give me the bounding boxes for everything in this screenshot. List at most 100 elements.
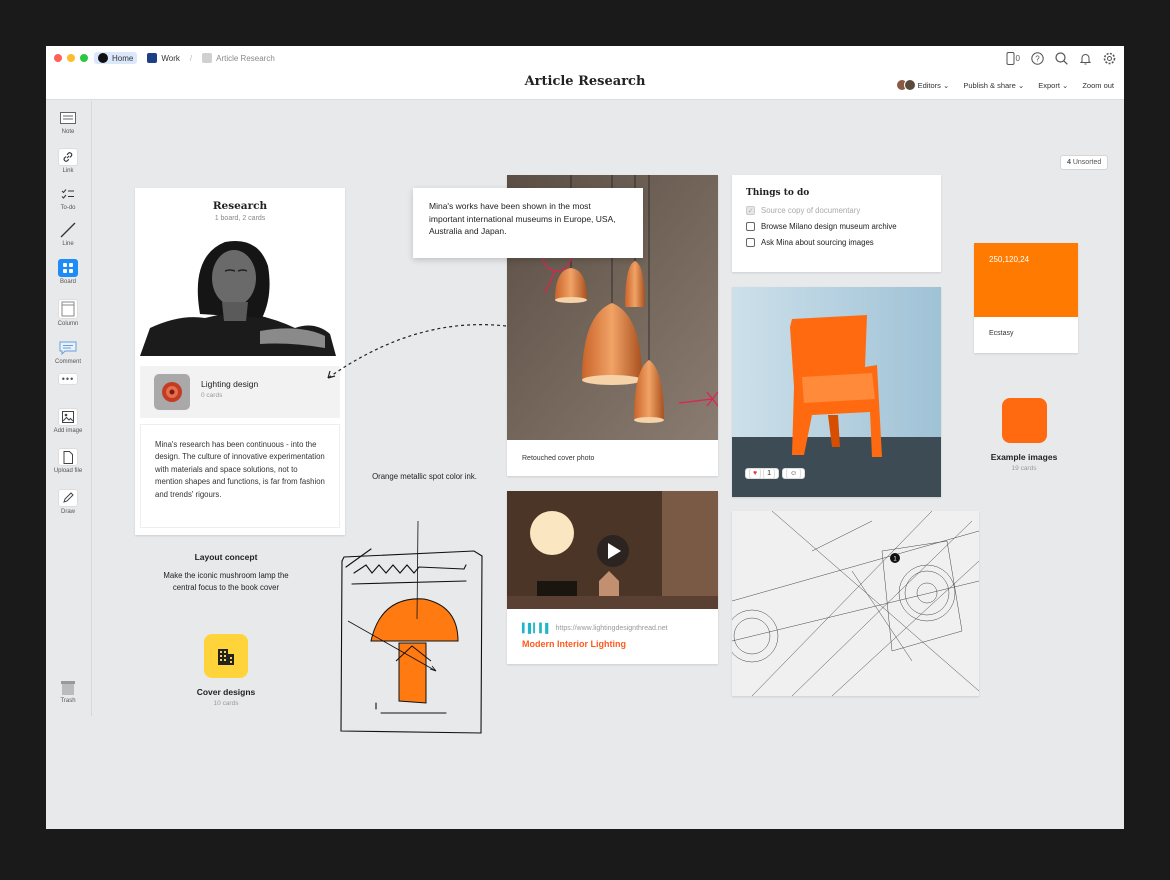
lighting-design-board[interactable]: Lighting design 0 cards (140, 366, 340, 418)
example-images-icon (1001, 398, 1047, 443)
checkbox-checked[interactable]: ✓ (746, 206, 755, 215)
portrait-image[interactable] (140, 236, 340, 356)
blueprint-image[interactable]: 1 (732, 511, 979, 696)
tool-label: Add image (53, 428, 83, 434)
export-menu[interactable]: Export ⌄ (1038, 81, 1068, 90)
checkbox[interactable] (746, 238, 755, 247)
settings-gear-icon[interactable] (1102, 51, 1116, 65)
image-icon (58, 408, 78, 426)
line-icon (58, 221, 78, 239)
todo-icon (58, 185, 78, 203)
swatch-color-block: 250,120,24 (974, 243, 1078, 317)
maximize-window-button[interactable] (80, 54, 88, 62)
tool-link[interactable]: Link (46, 148, 90, 174)
phone-icon (1006, 51, 1015, 65)
tool-upload-file[interactable]: Upload file (46, 448, 90, 474)
research-note[interactable]: Mina's research has been continuous - in… (140, 424, 340, 528)
video-url[interactable]: ▍▌▎▍▌ https://www.lightingdesignthread.n… (522, 623, 668, 634)
cover-designs-label: Cover designs (196, 687, 256, 697)
tool-label: Comment (54, 359, 81, 365)
breadcrumb-article-research[interactable]: Article Research (198, 52, 279, 64)
breadcrumb-work-label: Work (161, 53, 180, 63)
home-icon (98, 53, 108, 63)
export-menu-label: Export (1038, 80, 1060, 90)
publish-menu-label: Publish & share (963, 80, 1016, 90)
smiley-icon: ☺ (786, 468, 802, 479)
unsorted-label: Unsorted (1072, 159, 1102, 166)
breadcrumb-home-label: Home (112, 53, 134, 63)
todo-item-label: Source copy of documentary (761, 206, 861, 215)
breadcrumb-work[interactable]: Work (143, 52, 184, 64)
example-images-count: 19 cards (1011, 465, 1037, 472)
header-menus: Editors ⌄ Publish & share ⌄ Export ⌄ Zoo… (895, 79, 1114, 91)
cover-designs-board[interactable]: Cover designs 10 cards (186, 634, 266, 707)
orange-chair-image (732, 287, 941, 497)
todo-item[interactable]: Browse Milano design museum archive (746, 222, 927, 231)
building-icon (204, 634, 248, 678)
tool-board[interactable]: Board (46, 259, 90, 285)
tool-comment[interactable]: Comment (46, 339, 90, 365)
lighting-design-count: 0 cards (201, 392, 223, 399)
video-link-card[interactable]: ▍▌▎▍▌ https://www.lightingdesignthread.n… (507, 491, 718, 664)
minimize-window-button[interactable] (67, 54, 75, 62)
cover-designs-count: 10 cards (213, 700, 239, 707)
todo-item[interactable]: Ask Mina about sourcing images (746, 238, 927, 247)
help-icon[interactable]: ? (1030, 51, 1044, 65)
color-swatch-card[interactable]: 250,120,24 Ecstasy (974, 243, 1078, 353)
more-dots-icon: ••• (58, 373, 78, 385)
breadcrumb-home[interactable]: Home (94, 52, 138, 64)
breadcrumb: Home Work / Article Research (94, 52, 279, 64)
orange-chair-image-card[interactable]: ♥ 1 ☺ (732, 287, 941, 497)
todo-item[interactable]: ✓ Source copy of documentary (746, 206, 927, 215)
example-images-board[interactable]: Example images 19 cards (974, 398, 1074, 472)
layout-concept-text[interactable]: Make the iconic mushroom lamp the centra… (158, 570, 294, 595)
notifications-bell-icon[interactable] (1078, 51, 1092, 65)
checkbox[interactable] (746, 222, 755, 231)
phone-count: 0 (1015, 53, 1020, 63)
museum-quote-note[interactable]: Mina's works have been shown in the most… (413, 188, 643, 258)
research-subtitle: 1 board, 2 cards (214, 215, 266, 222)
editors-menu-label: Editors (917, 80, 941, 90)
zoom-out-button[interactable]: Zoom out (1082, 81, 1114, 90)
publish-share-menu[interactable]: Publish & share ⌄ (963, 81, 1024, 90)
close-window-button[interactable] (54, 54, 62, 62)
tool-add-image[interactable]: Add image (46, 408, 90, 434)
reaction-count: 1 (763, 468, 776, 479)
avatar (903, 79, 916, 91)
comment-icon (58, 339, 78, 357)
video-url-text: https://www.lightingdesignthread.net (555, 625, 668, 632)
tool-todo[interactable]: To-do (46, 185, 90, 211)
breadcrumb-separator: / (189, 53, 193, 63)
note-icon (58, 109, 78, 127)
search-icon[interactable] (1054, 51, 1068, 65)
editors-menu[interactable]: Editors ⌄ (918, 81, 950, 90)
tool-column[interactable]: Column (46, 299, 90, 327)
dashed-arrow-connector (327, 324, 507, 379)
add-reaction-button[interactable]: ☺ (782, 468, 806, 479)
heart-reaction[interactable]: ♥ 1 (745, 468, 780, 479)
trash-button[interactable]: Trash (46, 680, 90, 704)
work-board-icon (147, 53, 158, 63)
mobile-sync-button[interactable]: 0 (1006, 51, 1020, 65)
more-tools-button[interactable]: ••• (46, 373, 90, 387)
column-icon (58, 299, 78, 319)
tool-label: Board (59, 279, 76, 285)
trash-label: Trash (60, 698, 76, 704)
board-icon (58, 259, 78, 277)
window-controls (54, 54, 88, 62)
video-thumbnail[interactable] (507, 491, 718, 609)
research-column[interactable]: Research 1 board, 2 cards Lighting desig… (135, 188, 345, 535)
todo-list[interactable]: Things to do ✓ Source copy of documentary… (732, 175, 941, 272)
lamps-caption: Retouched cover photo (522, 455, 595, 462)
video-title[interactable]: Modern Interior Lighting (522, 639, 626, 649)
editor-avatars[interactable] (895, 79, 916, 91)
tool-label: Draw (60, 509, 75, 515)
sketch-annotation[interactable]: Orange metallic spot color ink. (372, 471, 477, 483)
tool-draw[interactable]: Draw (46, 489, 90, 515)
layout-concept-title[interactable]: Layout concept (166, 552, 286, 562)
left-toolbar: Note Link To-do Line Board Column Commen… (46, 101, 92, 716)
chevron-down-icon: ⌄ (1017, 80, 1025, 90)
tool-note[interactable]: Note (46, 109, 90, 135)
tool-line[interactable]: Line (46, 221, 90, 247)
unsorted-button[interactable]: 4 Unsorted (1060, 155, 1109, 170)
